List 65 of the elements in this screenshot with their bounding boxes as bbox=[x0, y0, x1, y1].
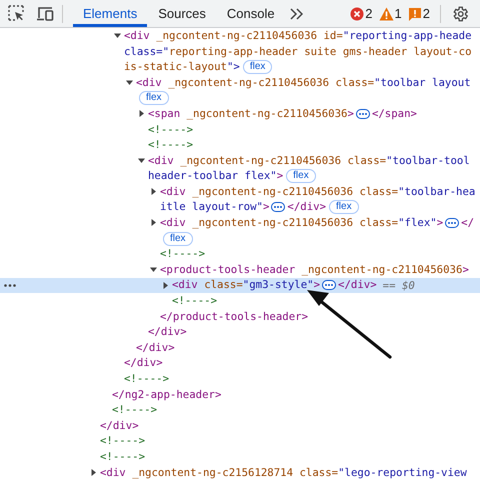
code-text: <div class="gm3-style"> bbox=[172, 277, 320, 294]
expand-arrow-icon[interactable] bbox=[150, 188, 157, 196]
code-text: </div> bbox=[148, 324, 187, 340]
code-text: </div> bbox=[124, 355, 163, 372]
code-text: </ng2-app-header> bbox=[112, 386, 222, 402]
expand-arrow-icon[interactable] bbox=[150, 219, 157, 226]
collapse-arrow-icon[interactable] bbox=[150, 266, 157, 274]
code-text: itle layout-row"> bbox=[160, 199, 270, 216]
layout-badge[interactable]: flex bbox=[163, 232, 193, 246]
code-text: <div _ngcontent-ng-c2110456036 class="toolbar layout bbox=[136, 74, 471, 90]
device-toggle-icon[interactable] bbox=[36, 6, 54, 22]
console-reference: == $0 bbox=[382, 278, 415, 292]
layout-badge[interactable]: flex bbox=[286, 169, 316, 184]
html-comment: <!----> bbox=[160, 246, 206, 262]
error-icon bbox=[350, 6, 364, 20]
selected-row[interactable]: <div class="gm3-style"> </div> == $0 bbox=[0, 278, 480, 294]
ellipsis-button[interactable] bbox=[322, 280, 336, 290]
panel-tab[interactable]: Elements bbox=[73, 0, 148, 27]
expand-arrow-icon[interactable] bbox=[90, 468, 97, 476]
code-text: class="reporting-app-header suite gms-header layout-co bbox=[124, 44, 472, 60]
code-text: <div _ngcontent-ng-c2110456036 class="toolbar-tool bbox=[148, 152, 470, 168]
issue-icon bbox=[408, 6, 422, 20]
code-text: </product-tools-header> bbox=[160, 308, 308, 324]
code-text: </div> bbox=[136, 340, 175, 356]
issue-counter[interactable]: 2 bbox=[408, 6, 430, 21]
inspect-icon[interactable] bbox=[8, 5, 25, 22]
code-text: </div> bbox=[287, 199, 326, 216]
layout-badge[interactable]: flex bbox=[242, 60, 272, 74]
collapse-arrow-icon[interactable] bbox=[138, 157, 145, 164]
code-text: </span> bbox=[372, 106, 417, 122]
code-text: <div _ngcontent-ng-c2110456036 id="reporting-app-heade bbox=[124, 28, 472, 44]
code-text: header-toolbar flex"> bbox=[148, 168, 284, 184]
code-text: </div> bbox=[338, 277, 377, 294]
html-comment: <!----> bbox=[124, 371, 170, 387]
more-icon[interactable] bbox=[4, 284, 16, 286]
code-text: <div _ngcontent-ng-c2110456036 class="toolbar-hea bbox=[160, 184, 476, 200]
ellipsis-button[interactable] bbox=[445, 218, 460, 228]
expand-arrow-icon[interactable] bbox=[138, 110, 145, 118]
error-counter[interactable]: 2 bbox=[350, 6, 373, 21]
settings-icon[interactable] bbox=[451, 4, 469, 22]
html-comment: <!----> bbox=[148, 122, 194, 138]
expand-arrow-icon[interactable] bbox=[162, 282, 169, 289]
html-comment: <!----> bbox=[112, 402, 158, 418]
html-comment: <!----> bbox=[148, 137, 194, 153]
panel-tab[interactable]: Sources bbox=[148, 0, 216, 27]
panel-tab[interactable]: Console bbox=[216, 0, 285, 27]
code-text: <div _ngcontent-ng-c2110456036 class="flex"> bbox=[160, 215, 444, 231]
code-text: </div> bbox=[100, 418, 139, 434]
html-comment: <!----> bbox=[100, 448, 146, 465]
html-comment: <!----> bbox=[100, 433, 146, 450]
collapse-arrow-icon[interactable] bbox=[126, 79, 133, 86]
ellipsis-button[interactable] bbox=[271, 202, 286, 212]
collapse-arrow-icon[interactable] bbox=[114, 32, 121, 40]
code-text: is-static-layout"> bbox=[124, 59, 240, 75]
code-text: <product-tools-header _ngcontent-ng-c2110456036> bbox=[160, 262, 469, 278]
warning-icon bbox=[378, 6, 394, 20]
more-tabs-icon[interactable] bbox=[290, 8, 303, 20]
layout-badge[interactable]: flex bbox=[139, 91, 169, 106]
code-text: <div _ngcontent-ng-c2156128714 class="lego-reporting-view bbox=[100, 464, 467, 480]
html-comment: <!----> bbox=[172, 293, 218, 309]
ellipsis-button[interactable] bbox=[356, 108, 370, 119]
layout-badge[interactable]: flex bbox=[329, 200, 359, 214]
code-text: </ bbox=[461, 215, 474, 231]
warning-counter[interactable]: 1 bbox=[378, 6, 402, 21]
code-text: <span _ngcontent-ng-c2110456036> bbox=[148, 106, 354, 122]
